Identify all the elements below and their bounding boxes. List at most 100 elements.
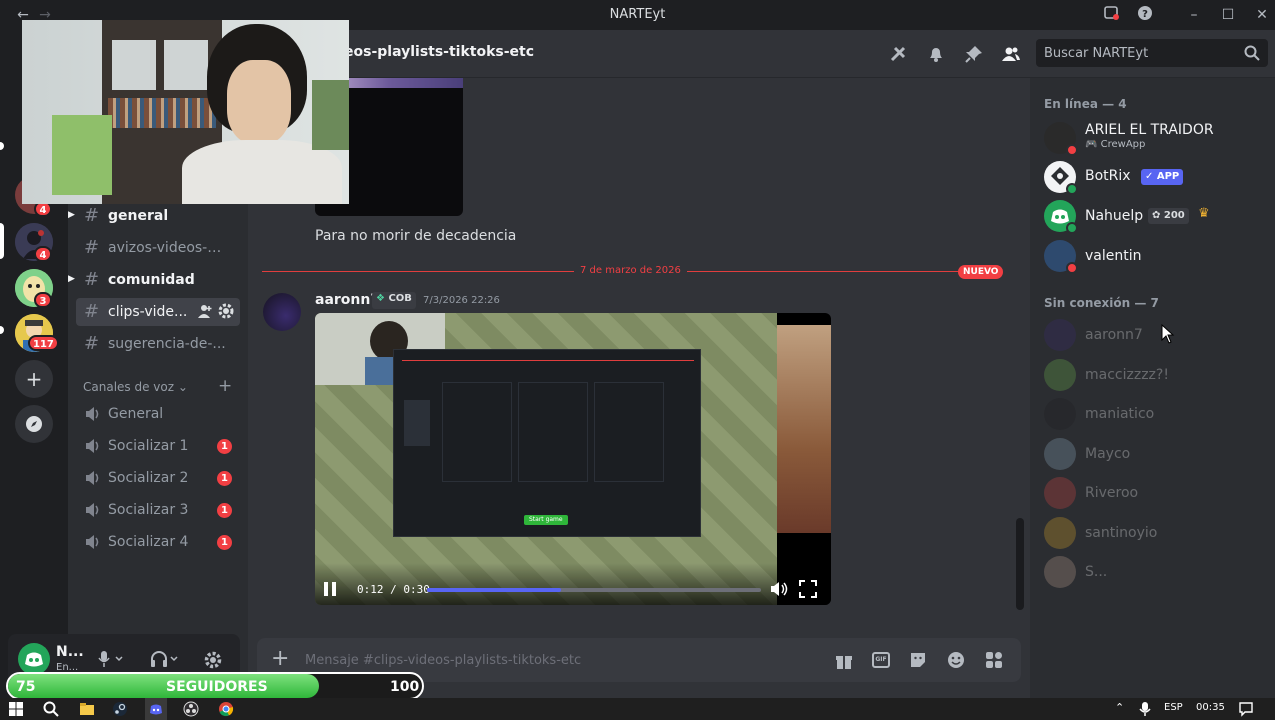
speaker-icon xyxy=(86,503,99,517)
help-icon[interactable]: ? xyxy=(1134,5,1156,25)
member-item[interactable]: S... xyxy=(1038,552,1264,592)
threads-icon[interactable] xyxy=(888,44,908,64)
caret-icon: ▶ xyxy=(68,274,75,284)
taskbar: ⌃ ESP 00:35 xyxy=(0,698,1275,720)
gif-icon[interactable]: GIF xyxy=(872,652,890,668)
bell-icon[interactable] xyxy=(926,44,946,64)
steam-icon[interactable] xyxy=(112,701,128,717)
status-dnd-icon xyxy=(1066,144,1078,156)
add-server-icon[interactable]: + xyxy=(15,360,53,398)
selected-pill xyxy=(0,223,4,259)
voice-channel-name: Socializar 1 xyxy=(108,438,189,454)
webcam-plant xyxy=(312,80,349,150)
video-seekbar[interactable] xyxy=(427,588,761,592)
gift-icon[interactable] xyxy=(835,652,853,670)
channel-avizos[interactable]: # avizos-videos-s... xyxy=(76,234,240,262)
voice-channel-general[interactable]: General xyxy=(76,400,240,428)
member-name: maccizzzz?! xyxy=(1085,367,1169,383)
minimize-icon[interactable]: – xyxy=(1183,5,1205,25)
webcam-books xyxy=(108,98,216,128)
member-item[interactable]: maccizzzz?! xyxy=(1038,355,1264,395)
gamepad-icon: 🎮 xyxy=(1085,139,1098,150)
member-item[interactable]: santinoyio xyxy=(1038,513,1264,553)
chrome-icon[interactable] xyxy=(218,701,234,717)
voice-channel-socializar-2[interactable]: Socializar 2 1 xyxy=(76,464,240,492)
sticker-icon[interactable] xyxy=(909,651,927,669)
volume-icon[interactable] xyxy=(769,580,789,602)
voice-channel-name: Socializar 2 xyxy=(108,470,189,486)
clock[interactable]: 00:35 xyxy=(1196,702,1225,713)
tray-mic-icon[interactable] xyxy=(1137,701,1153,717)
offline-header: Sin conexión — 7 xyxy=(1044,296,1159,310)
close-icon[interactable]: ✕ xyxy=(1251,5,1273,25)
channel-clips[interactable]: # clips-vide... xyxy=(76,298,240,326)
apps-icon[interactable] xyxy=(985,651,1003,669)
chevron-down-icon: ⌄ xyxy=(177,380,188,394)
member-item[interactable]: Mayco xyxy=(1038,434,1264,474)
member-item[interactable]: aaronn7 xyxy=(1038,315,1264,355)
inbox-icon[interactable] xyxy=(1100,5,1122,25)
clan-icon: ❖ xyxy=(376,293,385,304)
headphones-icon[interactable] xyxy=(150,650,180,672)
member-chip: ✿ 200 xyxy=(1148,208,1189,224)
maximize-icon[interactable]: ☐ xyxy=(1217,5,1239,25)
channel-name: sugerencia-de-... xyxy=(108,336,226,352)
member-item[interactable]: Nahuelp ✿ 200 ♛ xyxy=(1038,196,1264,236)
follower-goal-bar: 75 SEGUIDORES 100 xyxy=(6,672,424,700)
avatar xyxy=(1044,359,1076,391)
avatar xyxy=(1044,556,1076,588)
voice-channel-name: General xyxy=(108,406,164,422)
divider-date: 7 de marzo de 2026 xyxy=(574,265,687,276)
member-item[interactable]: Riveroo xyxy=(1038,473,1264,513)
channel-general[interactable]: ▶ # general xyxy=(68,202,240,230)
emoji-icon[interactable] xyxy=(947,651,965,669)
follower-goal-fill xyxy=(8,674,319,698)
invite-icon[interactable] xyxy=(198,304,213,323)
voice-channel-name: Socializar 3 xyxy=(108,502,189,518)
pause-icon[interactable] xyxy=(323,581,337,597)
voice-badge: 1 xyxy=(217,439,232,454)
pin-icon[interactable] xyxy=(964,44,984,64)
clan-tag[interactable]: ❖ COB xyxy=(372,292,416,309)
channel-sugerencia[interactable]: # sugerencia-de-... xyxy=(76,330,240,358)
member-item[interactable]: maniatico xyxy=(1038,394,1264,434)
server-badge: 3 xyxy=(34,292,52,308)
attach-plus-icon[interactable]: + xyxy=(271,648,289,670)
add-voice-channel-icon[interactable]: + xyxy=(218,376,232,396)
member-item[interactable]: valentin xyxy=(1038,236,1264,276)
search-taskbar-icon[interactable] xyxy=(43,701,59,717)
video-time: 0:12 / 0:30 xyxy=(357,583,430,596)
obs-icon[interactable] xyxy=(183,701,199,717)
voice-channel-socializar-4[interactable]: Socializar 4 1 xyxy=(76,528,240,556)
member-name: S... xyxy=(1085,564,1108,580)
voice-channel-socializar-1[interactable]: Socializar 1 1 xyxy=(76,432,240,460)
notifications-icon[interactable] xyxy=(1238,701,1254,717)
microphone-icon[interactable] xyxy=(98,650,126,672)
member-item[interactable]: BotRix ✓ APP xyxy=(1038,157,1264,197)
discord-taskbar-active[interactable] xyxy=(145,698,167,720)
search-input[interactable] xyxy=(1036,39,1236,67)
file-explorer-icon[interactable] xyxy=(79,701,95,717)
follower-label: SEGUIDORES xyxy=(166,679,268,695)
game-panel xyxy=(518,382,588,482)
gear-icon[interactable] xyxy=(218,303,234,323)
windows-start-icon[interactable] xyxy=(8,701,24,717)
message-author[interactable]: aaronn7 xyxy=(315,292,380,308)
voice-category[interactable]: Canales de voz ⌄ xyxy=(83,380,188,394)
tray-chevron-icon[interactable]: ⌃ xyxy=(1115,701,1124,714)
member-item[interactable]: ARIEL EL TRAIDOR 🎮 CrewApp xyxy=(1038,118,1264,158)
explore-icon[interactable] xyxy=(15,405,53,443)
avatar[interactable] xyxy=(18,643,50,675)
voice-channel-socializar-3[interactable]: Socializar 3 1 xyxy=(76,496,240,524)
member-name: aaronn7 xyxy=(1085,327,1143,343)
member-activity: 🎮 CrewApp xyxy=(1085,139,1145,150)
members-icon[interactable] xyxy=(1001,44,1021,64)
language-indicator[interactable]: ESP xyxy=(1164,702,1183,713)
user-settings-gear-icon[interactable] xyxy=(204,651,222,673)
fullscreen-icon[interactable] xyxy=(799,580,817,602)
chat-scrollbar[interactable] xyxy=(1016,518,1024,610)
video-player[interactable]: Start game 0:12 / 0:30 xyxy=(315,313,831,605)
channel-comunidad[interactable]: ▶ # comunidad xyxy=(68,266,240,294)
search-box[interactable] xyxy=(1036,39,1268,67)
avatar[interactable] xyxy=(263,293,301,331)
